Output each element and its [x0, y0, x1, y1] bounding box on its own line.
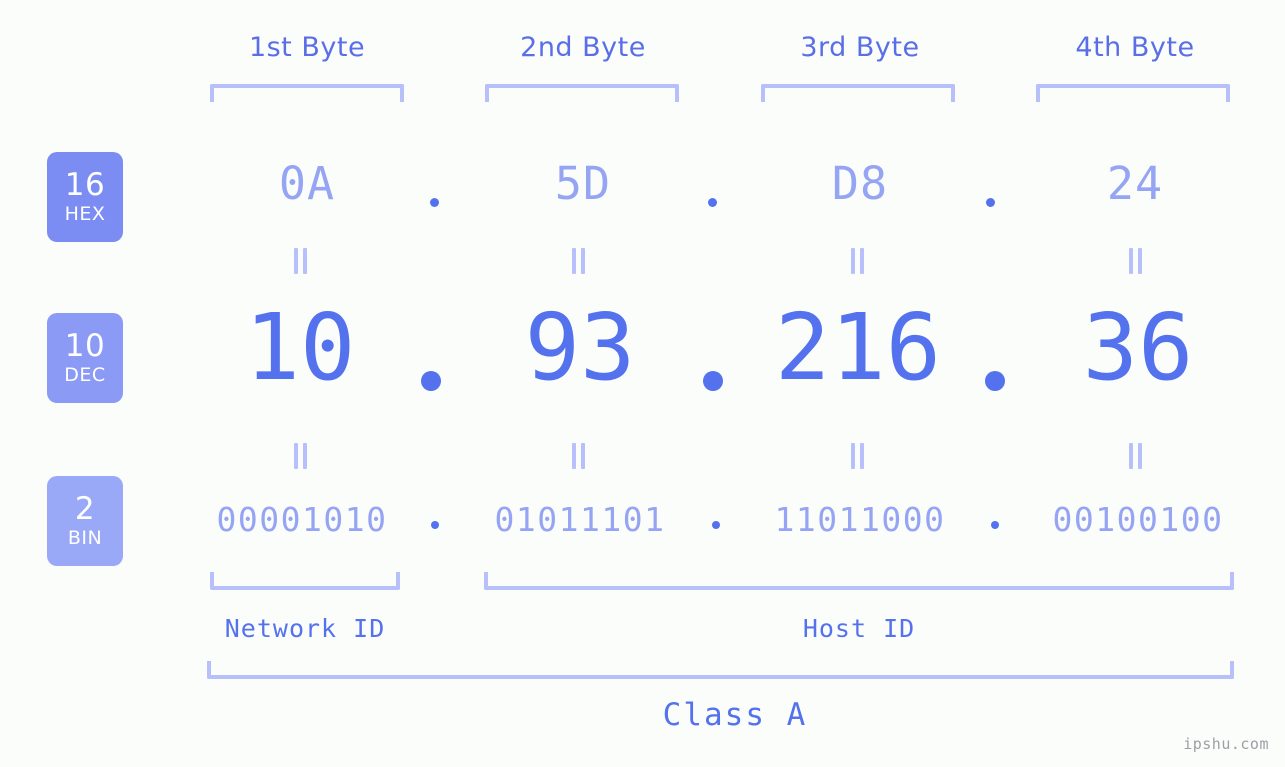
network-id-bracket [210, 572, 400, 590]
byte-bracket-2 [485, 84, 679, 102]
bin-value-byte-1: 00001010 [216, 500, 388, 539]
watermark: ipshu.com [1183, 735, 1269, 753]
hex-value-byte-1: 0A [278, 157, 336, 210]
base-badge-dec-name: DEC [64, 364, 106, 386]
bin-separator-dot-3 [991, 521, 999, 529]
base-badge-bin: 2 BIN [47, 476, 123, 566]
ip-breakdown-diagram: 1st Byte 2nd Byte 3rd Byte 4th Byte 16 H… [0, 0, 1285, 767]
dec-value-byte-4: 36 [1082, 294, 1194, 401]
dec-value-byte-3: 216 [774, 294, 942, 401]
host-id-bracket [484, 572, 1234, 590]
dec-value-byte-2: 93 [524, 294, 636, 401]
hex-separator-dot-2 [708, 198, 717, 207]
hex-value-byte-4: 24 [1106, 157, 1164, 210]
byte-header-2: 2nd Byte [520, 32, 646, 63]
bin-value-byte-3: 11011000 [774, 500, 946, 539]
host-id-label: Host ID [802, 614, 916, 643]
class-label: Class A [662, 697, 808, 733]
byte-header-3: 3rd Byte [800, 32, 920, 63]
bin-value-byte-2: 01011101 [494, 500, 666, 539]
bin-separator-dot-2 [712, 521, 720, 529]
equality-hex-dec-1 [294, 248, 307, 274]
hex-separator-dot-1 [430, 198, 439, 207]
bin-value-byte-4: 00100100 [1052, 500, 1224, 539]
byte-bracket-3 [761, 84, 955, 102]
equality-hex-dec-4 [1129, 248, 1142, 274]
hex-value-byte-2: 5D [554, 157, 612, 210]
class-bracket [207, 661, 1234, 679]
equality-dec-bin-3 [851, 443, 864, 469]
equality-dec-bin-2 [572, 443, 585, 469]
byte-bracket-4 [1036, 84, 1230, 102]
bin-separator-dot-1 [431, 521, 439, 529]
equality-dec-bin-4 [1129, 443, 1142, 469]
byte-header-4: 4th Byte [1075, 32, 1195, 63]
equality-hex-dec-3 [851, 248, 864, 274]
dec-separator-dot-3 [985, 371, 1005, 391]
base-badge-hex-name: HEX [64, 203, 106, 225]
byte-header-1: 1st Byte [248, 32, 366, 63]
hex-value-byte-3: D8 [831, 157, 889, 210]
network-id-label: Network ID [224, 614, 386, 643]
dec-separator-dot-1 [421, 371, 441, 391]
base-badge-bin-name: BIN [67, 527, 103, 549]
base-badge-bin-number: 2 [74, 491, 96, 527]
dec-value-byte-1: 10 [244, 294, 356, 401]
equality-dec-bin-1 [294, 443, 307, 469]
byte-bracket-1 [210, 84, 404, 102]
base-badge-hex-number: 16 [64, 167, 106, 203]
hex-separator-dot-3 [986, 198, 995, 207]
base-badge-hex: 16 HEX [47, 152, 123, 242]
dec-separator-dot-2 [703, 371, 723, 391]
base-badge-dec-number: 10 [64, 328, 106, 364]
equality-hex-dec-2 [572, 248, 585, 274]
base-badge-dec: 10 DEC [47, 313, 123, 403]
